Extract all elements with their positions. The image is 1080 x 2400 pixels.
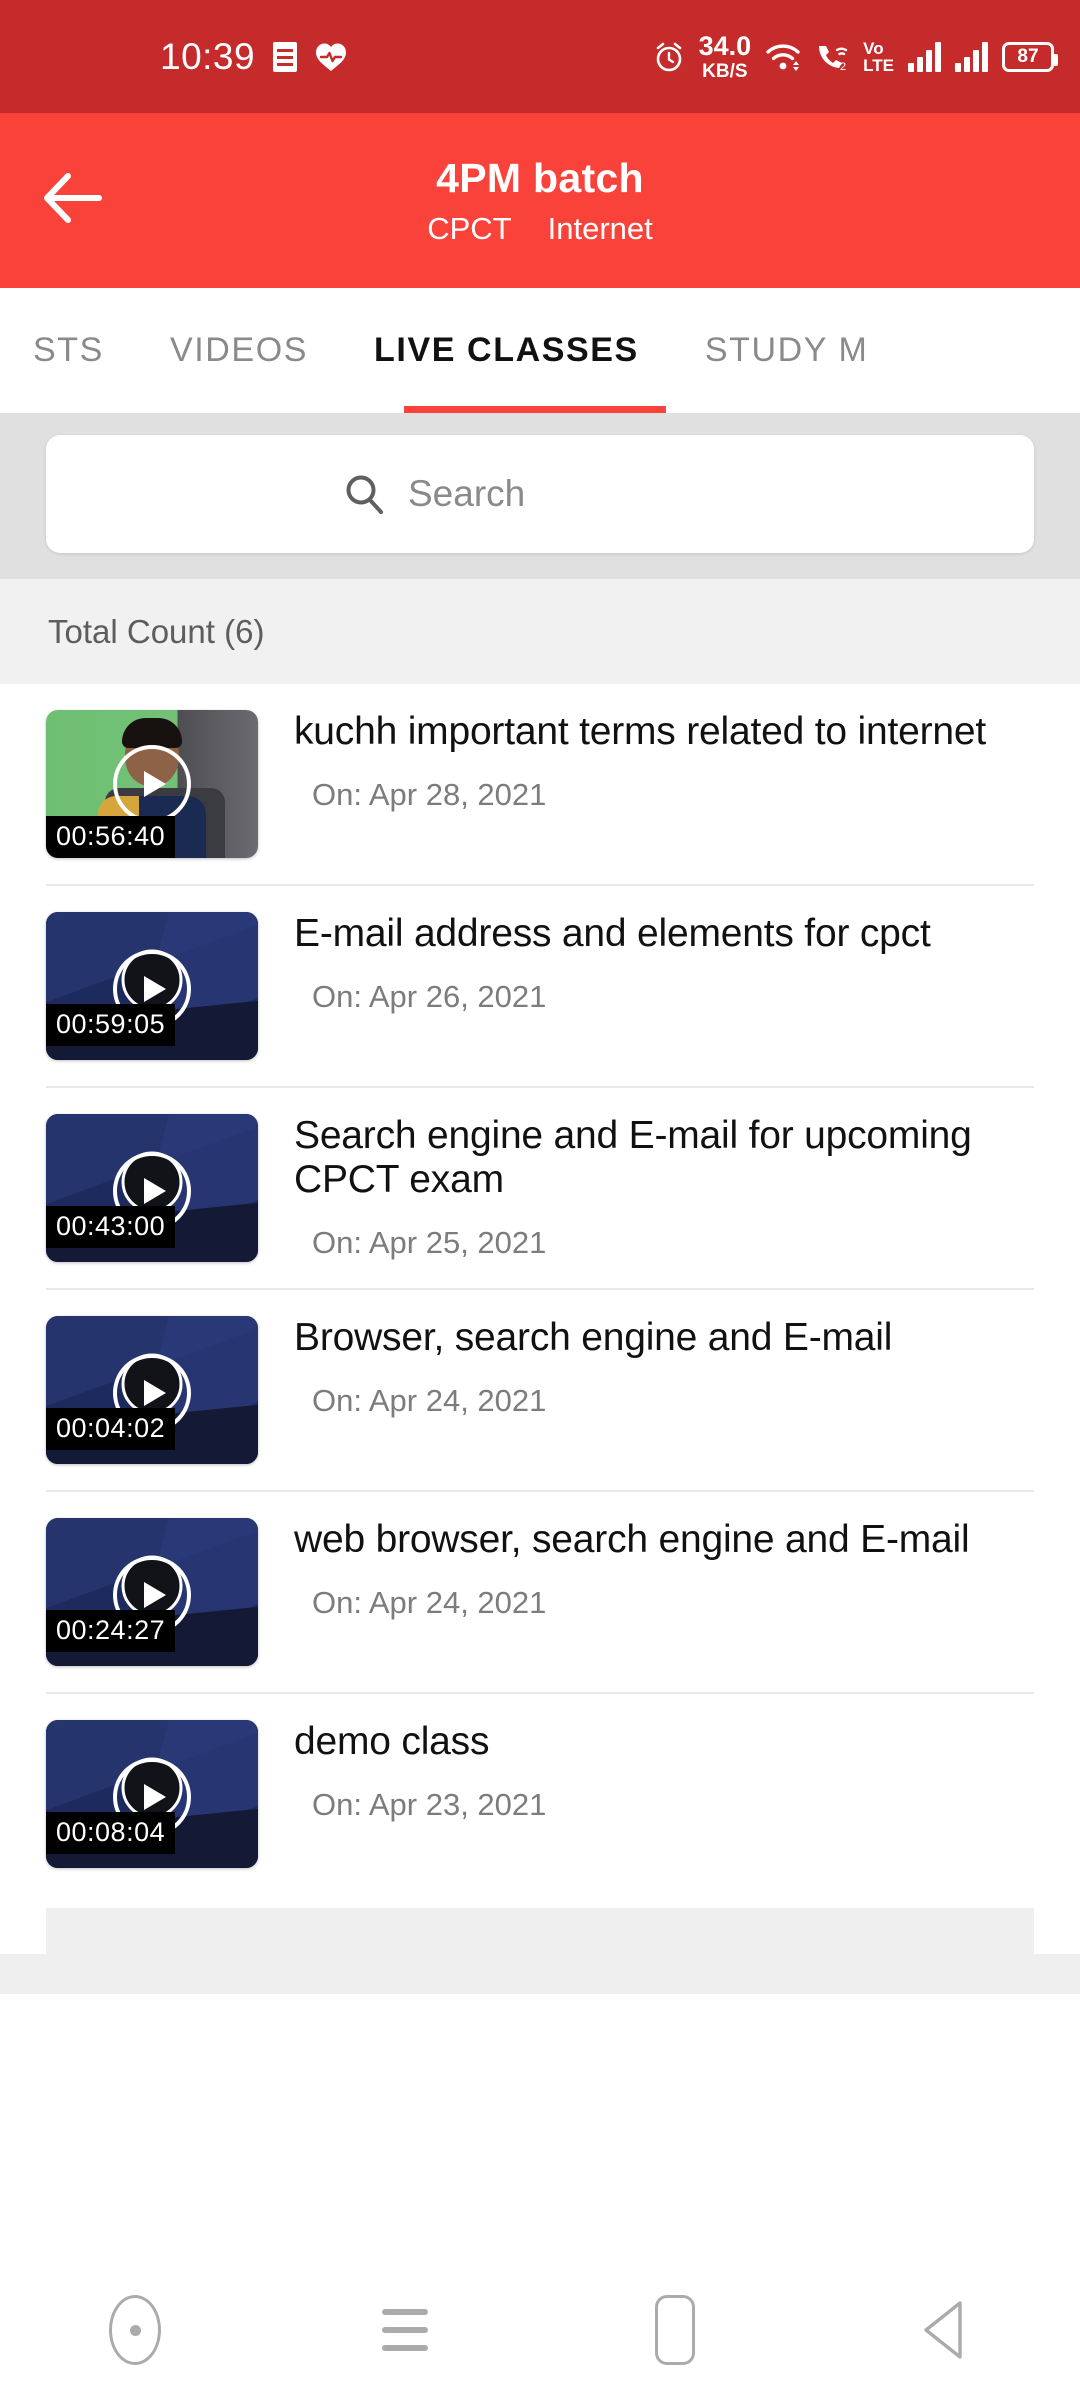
search-icon xyxy=(342,472,386,516)
class-title: Browser, search engine and E-mail xyxy=(294,1316,893,1359)
class-date: On: Apr 24, 2021 xyxy=(312,1585,547,1621)
list-item[interactable]: 00:24:27 web browser, search engine and … xyxy=(0,1492,1080,1666)
total-count-label: Total Count (6) xyxy=(48,612,265,650)
call-wifi-icon: 2 xyxy=(815,42,849,72)
video-thumbnail[interactable]: 00:08:04 xyxy=(46,1720,258,1868)
status-clock: 10:39 xyxy=(160,35,256,77)
network-speed-indicator: 34.0 KB/S xyxy=(698,30,752,82)
video-thumbnail[interactable]: 00:24:27 xyxy=(46,1518,258,1666)
app-bar: 4PM batch CPCT Internet xyxy=(0,113,1080,288)
class-date: On: Apr 25, 2021 xyxy=(312,1225,547,1261)
class-title: web browser, search engine and E-mail xyxy=(294,1518,970,1561)
tab-bar[interactable]: STS VIDEOS LIVE CLASSES STUDY M xyxy=(0,288,1080,413)
app-bar-titles: 4PM batch CPCT Internet xyxy=(427,155,653,247)
list-item[interactable]: 00:59:05 E-mail address and elements for… xyxy=(0,886,1080,1060)
tab-videos[interactable]: VIDEOS xyxy=(137,288,341,413)
screen-record-icon xyxy=(109,2295,161,2365)
signal-bars-icon xyxy=(955,41,988,72)
subtitle-course: CPCT xyxy=(427,210,512,246)
class-title: Search engine and E-mail for upcoming CP… xyxy=(294,1114,972,1202)
page-title: 4PM batch xyxy=(436,154,644,201)
total-count-bar: Total Count (6) xyxy=(0,579,1080,684)
search-box[interactable] xyxy=(46,435,1034,553)
list-end-strip-full xyxy=(0,1954,1080,1994)
app-screen: 10:39 34.0 KB/S 2 Vo LTE 87 4PM batch CP… xyxy=(0,0,1080,2400)
video-duration: 00:04:02 xyxy=(46,1408,176,1450)
volte-icon: Vo LTE xyxy=(863,40,894,74)
video-thumbnail[interactable]: 00:43:00 xyxy=(46,1114,258,1262)
status-bar: 10:39 34.0 KB/S 2 Vo LTE 87 xyxy=(0,0,1080,113)
class-title: demo class xyxy=(294,1720,490,1763)
list-item-body: Search engine and E-mail for upcoming CP… xyxy=(258,1114,1080,1262)
document-icon xyxy=(273,41,298,72)
video-thumbnail[interactable]: 00:59:05 xyxy=(46,912,258,1060)
thumbnail-decoration xyxy=(122,718,182,748)
back-button[interactable] xyxy=(30,158,116,244)
home-button[interactable] xyxy=(615,2280,735,2380)
subtitle-topic: Internet xyxy=(547,210,653,246)
tab-tests[interactable]: STS xyxy=(0,288,137,413)
network-speed-value: 34.0 xyxy=(698,30,752,61)
volte-line2: LTE xyxy=(863,55,894,75)
video-duration: 00:59:05 xyxy=(46,1004,176,1046)
list-item[interactable]: 00:08:04 demo class On: Apr 23, 2021 xyxy=(0,1694,1080,1868)
signal-bars-icon xyxy=(908,41,941,72)
video-thumbnail[interactable]: 00:56:40 xyxy=(46,710,258,858)
back-arrow-icon xyxy=(42,171,104,230)
list-item-body: Browser, search engine and E-mail On: Ap… xyxy=(258,1316,1080,1464)
list-item-body: kuchh important terms related to interne… xyxy=(258,710,1080,858)
live-classes-list: 00:56:40 kuchh important terms related t… xyxy=(0,684,1080,1868)
list-item[interactable]: 00:56:40 kuchh important terms related t… xyxy=(0,684,1080,858)
wifi-icon xyxy=(765,42,801,72)
home-icon xyxy=(655,2295,695,2365)
search-section xyxy=(0,413,1080,579)
volte-line1: Vo xyxy=(863,38,884,58)
status-bar-left: 10:39 xyxy=(160,36,347,78)
list-item[interactable]: 00:04:02 Browser, search engine and E-ma… xyxy=(0,1290,1080,1464)
video-duration: 00:08:04 xyxy=(46,1812,176,1854)
battery-icon: 87 xyxy=(1002,41,1058,72)
battery-percent: 87 xyxy=(1017,45,1039,67)
menu-icon xyxy=(382,2309,428,2351)
list-end-strip xyxy=(46,1908,1034,1954)
class-date: On: Apr 23, 2021 xyxy=(312,1787,547,1823)
back-nav-button[interactable] xyxy=(885,2280,1005,2380)
class-date: On: Apr 24, 2021 xyxy=(312,1383,547,1419)
play-icon[interactable] xyxy=(113,745,191,823)
page-subtitle: CPCT Internet xyxy=(427,211,653,247)
class-date: On: Apr 28, 2021 xyxy=(312,777,547,813)
tab-live-classes[interactable]: LIVE CLASSES xyxy=(341,288,672,413)
list-item-body: E-mail address and elements for cpct On:… xyxy=(258,912,1080,1060)
video-duration: 00:56:40 xyxy=(46,816,176,858)
video-duration: 00:43:00 xyxy=(46,1206,176,1248)
class-title: kuchh important terms related to interne… xyxy=(294,710,986,753)
list-item[interactable]: 00:43:00 Search engine and E-mail for up… xyxy=(0,1088,1080,1262)
class-title: E-mail address and elements for cpct xyxy=(294,912,931,955)
heart-icon xyxy=(315,42,347,72)
list-item-body: web browser, search engine and E-mail On… xyxy=(258,1518,1080,1666)
class-date: On: Apr 26, 2021 xyxy=(312,979,547,1015)
list-item-body: demo class On: Apr 23, 2021 xyxy=(258,1720,1080,1868)
system-nav-bar[interactable] xyxy=(0,2260,1080,2400)
back-triangle-icon xyxy=(920,2299,970,2361)
screen-record-button[interactable] xyxy=(75,2280,195,2380)
video-duration: 00:24:27 xyxy=(46,1610,176,1652)
network-speed-unit: KB/S xyxy=(702,60,748,82)
svg-text:2: 2 xyxy=(840,61,846,72)
tab-study-material[interactable]: STUDY M xyxy=(672,288,902,413)
status-bar-right: 34.0 KB/S 2 Vo LTE 87 xyxy=(653,0,1058,113)
video-thumbnail[interactable]: 00:04:02 xyxy=(46,1316,258,1464)
list-bottom-spacer xyxy=(0,1868,1080,1908)
alarm-icon xyxy=(653,41,685,73)
active-tab-indicator xyxy=(404,406,666,413)
search-input[interactable] xyxy=(408,473,738,515)
recent-apps-button[interactable] xyxy=(345,2280,465,2380)
